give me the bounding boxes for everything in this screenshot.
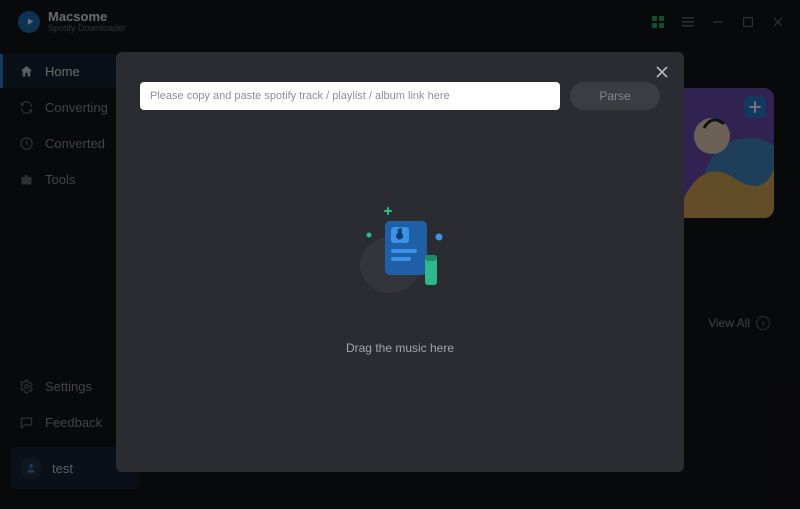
drop-hint-text: Drag the music here [346,341,454,355]
parse-button[interactable]: Parse [570,82,660,110]
modal-close-button[interactable] [650,60,674,84]
spotify-link-input[interactable] [140,82,560,110]
drop-illustration [345,203,455,303]
modal-overlay[interactable]: Parse Drag the music here [0,0,800,509]
drop-zone[interactable]: Drag the music here [140,110,660,448]
paste-link-modal: Parse Drag the music here [116,52,684,472]
